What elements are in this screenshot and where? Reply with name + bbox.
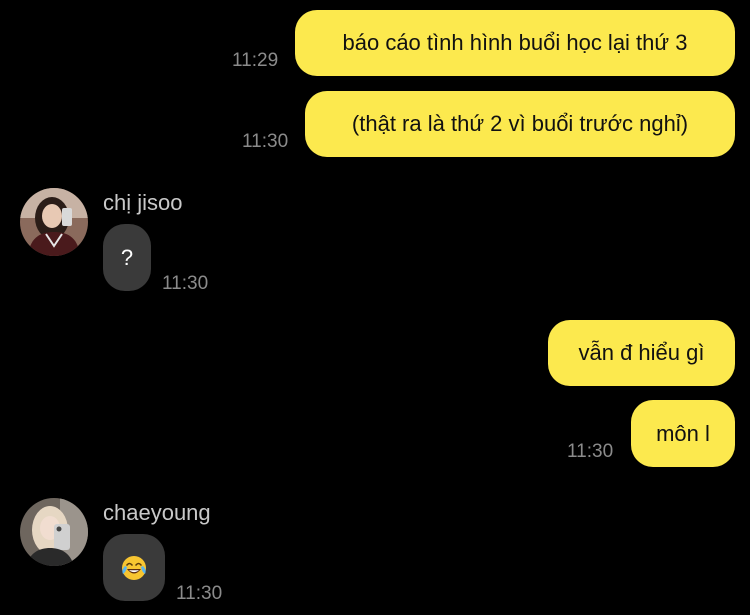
message-text: báo cáo tình hình buổi học lại thứ 3 (342, 30, 688, 55)
message-text: vẫn đ hiểu gì (578, 340, 705, 365)
outgoing-message-bubble[interactable]: báo cáo tình hình buổi học lại thứ 3 (295, 10, 735, 76)
incoming-message-bubble[interactable] (103, 534, 165, 601)
message-timestamp: 11:30 (242, 131, 289, 152)
face-with-tears-of-joy-icon (121, 555, 147, 581)
avatar[interactable] (20, 188, 88, 256)
sender-name: chaeyoung (103, 500, 211, 525)
profile-photo-icon (20, 498, 88, 566)
message-text: môn l (656, 420, 710, 446)
message-text: ? (120, 244, 134, 270)
avatar[interactable] (20, 498, 88, 566)
sender-name: chị jisoo (103, 190, 183, 215)
outgoing-message-bubble[interactable]: môn l (631, 400, 735, 467)
profile-photo-icon (20, 188, 88, 256)
message-timestamp: 11:29 (232, 50, 279, 71)
message-text: (thật ra là thứ 2 vì buổi trước nghỉ) (351, 111, 689, 136)
message-timestamp: 11:30 (162, 273, 209, 294)
message-timestamp: 11:30 (176, 583, 223, 604)
outgoing-message-bubble[interactable]: (thật ra là thứ 2 vì buổi trước nghỉ) (305, 91, 735, 157)
outgoing-message-bubble[interactable]: vẫn đ hiểu gì (548, 320, 735, 386)
incoming-message-bubble[interactable]: ? (103, 224, 151, 291)
message-timestamp: 11:30 (567, 441, 614, 462)
